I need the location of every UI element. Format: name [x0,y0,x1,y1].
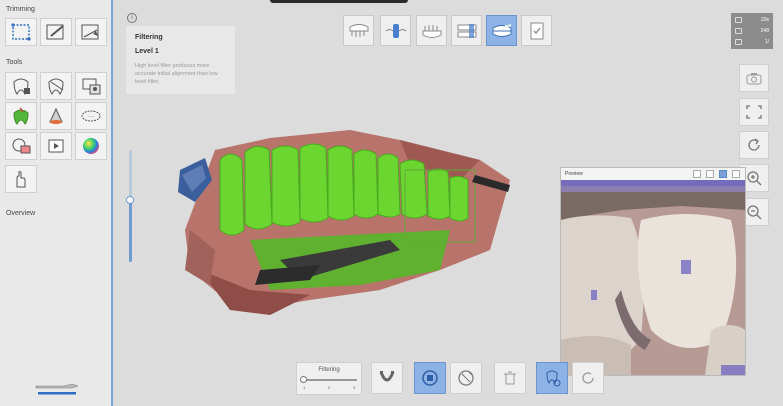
stats-row-count: 248 [735,27,769,36]
upper-jaw-icon[interactable] [343,15,374,46]
info-description: High level filter produces more accurate… [135,63,218,85]
image-count-icon [735,28,742,34]
brush-trim-icon[interactable] [40,18,72,46]
scan-area-icon[interactable] [75,72,107,100]
preview-title: Preview [565,171,583,177]
overview-title: Overview [6,210,36,217]
bite-icon[interactable] [451,15,482,46]
timer-icon [735,17,742,23]
info-level: Level 1 [135,48,159,55]
color-wheel-icon[interactable] [75,132,107,160]
hand-icon[interactable] [5,165,37,193]
trimming-title: Trimming [6,6,35,13]
compare-icon[interactable] [5,132,37,160]
checklist-icon[interactable] [521,15,552,46]
preview-camera-image [561,180,745,375]
stop-icon[interactable] [414,362,446,394]
info-icon[interactable]: i [127,13,137,23]
trash-icon[interactable] [494,362,526,394]
scan-body-icon[interactable] [380,15,411,46]
filtering-track[interactable] [303,379,357,381]
camera-icon[interactable] [739,64,769,92]
preview-window[interactable]: Preview [560,167,746,376]
left-sidebar: Trimming Tools ~~~ Overview [0,0,113,406]
slider-fill [129,198,132,262]
scan-3d-model[interactable] [160,120,520,325]
lower-jaw-icon[interactable] [416,15,447,46]
cone-icon[interactable] [40,102,72,130]
tooth-outline-icon[interactable] [40,72,72,100]
filtering-knob[interactable] [300,376,307,383]
filtering-level-control[interactable]: Filtering 1 2 3 [296,362,362,395]
play-video-icon[interactable] [40,132,72,160]
vertical-slider[interactable] [126,150,134,262]
selection-box-icon[interactable] [5,18,37,46]
scanner-handpiece-icon [34,380,80,396]
filtering-label: Filtering [318,367,340,373]
ai-scan-icon[interactable] [450,362,482,394]
rotate-icon[interactable] [739,131,769,159]
reset-icon[interactable] [572,362,604,394]
svg-text:~~~: ~~~ [87,114,95,119]
scan-stats-panel: 20s 248 1/ [731,13,773,49]
tools-title: Tools [6,59,23,66]
color-mode-icon[interactable] [719,170,727,178]
ratio-icon [735,39,742,45]
pin-icon[interactable] [693,170,701,178]
cut-plane-icon[interactable] [75,18,107,46]
stats-row-ratio: 1/ [735,38,769,47]
swap-icon[interactable] [706,170,714,178]
lasso-tooth-icon[interactable] [536,362,568,394]
filtering-info-card: Filtering Level 1 High level filter prod… [126,26,235,94]
grayscale-mode-icon[interactable] [732,170,740,178]
occlusion-icon[interactable] [486,15,517,46]
fit-screen-icon[interactable] [739,98,769,126]
jaw-arch-icon[interactable] [371,362,403,394]
slider-knob[interactable] [126,196,134,204]
top-status-bar [270,0,408,3]
green-tooth-icon[interactable] [5,102,37,130]
margin-line-icon[interactable]: ~~~ [75,102,107,130]
stats-row-time: 20s [735,16,769,25]
tooth-lock-icon[interactable] [5,72,37,100]
info-title: Filtering [135,34,163,41]
